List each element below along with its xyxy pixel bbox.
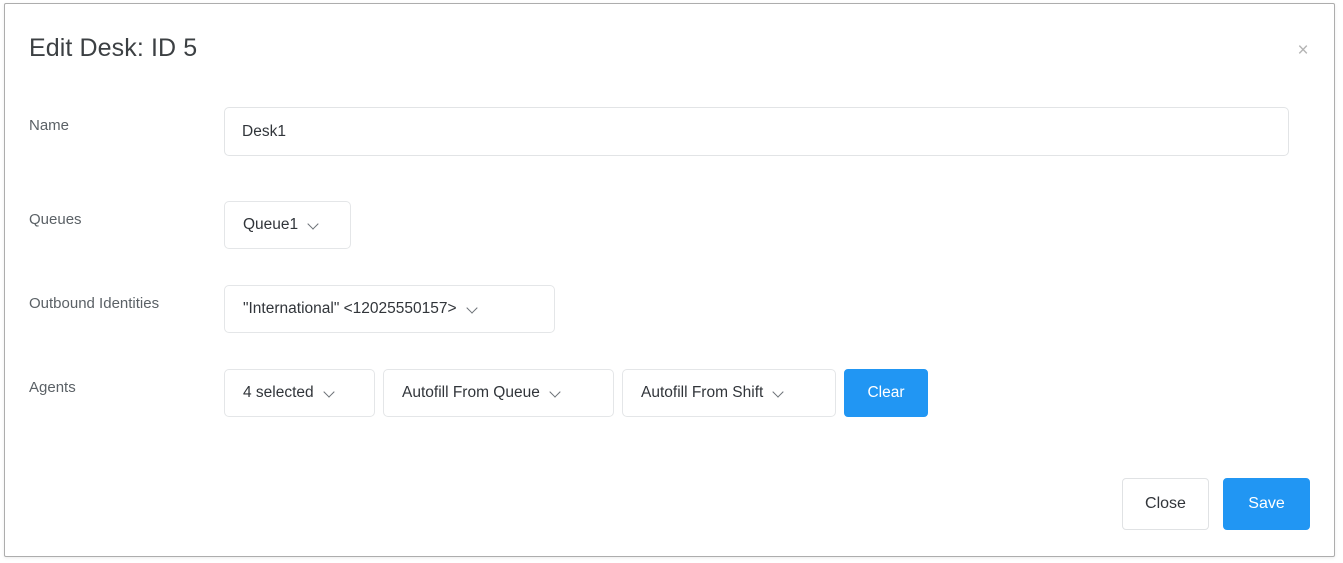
autofill-from-queue-dropdown[interactable]: Autofill From Queue [383, 369, 614, 417]
chevron-down-icon [468, 303, 479, 314]
name-label: Name [29, 117, 70, 134]
close-button[interactable]: Close [1122, 478, 1209, 530]
autofill-from-shift-label: Autofill From Shift [641, 384, 764, 401]
save-button[interactable]: Save [1223, 478, 1310, 530]
outbound-identities-label: Outbound Identities [29, 295, 160, 312]
name-control-area [224, 107, 1334, 156]
chevron-down-icon [551, 387, 562, 398]
agents-selected-label: 4 selected [243, 384, 314, 401]
modal-footer: Close Save [5, 452, 1334, 556]
chevron-down-icon [309, 219, 320, 230]
form-row-name: Name [5, 107, 1334, 156]
agents-control-area: 4 selected Autofill From Queue Autofill … [224, 369, 1334, 417]
outbound-identities-control-area: "International" <12025550157> [224, 285, 1334, 333]
agents-label: Agents [29, 379, 76, 396]
name-input[interactable] [224, 107, 1289, 156]
page-title: Edit Desk: ID 5 [29, 34, 198, 62]
queues-label: Queues [29, 211, 82, 228]
chevron-down-icon [774, 387, 785, 398]
form-row-outbound-identities: Outbound Identities "International" <120… [5, 285, 1334, 333]
chevron-down-icon [325, 387, 336, 398]
clear-agents-button[interactable]: Clear [844, 369, 928, 417]
close-icon[interactable]: × [1290, 38, 1316, 64]
queues-dropdown-label: Queue1 [243, 216, 299, 233]
screen: Edit Desk: ID 5 × Name Queues Queue1 [0, 0, 1343, 563]
edit-desk-modal: Edit Desk: ID 5 × Name Queues Queue1 [4, 3, 1335, 557]
outbound-identities-dropdown[interactable]: "International" <12025550157> [224, 285, 555, 333]
outbound-identities-dropdown-label: "International" <12025550157> [243, 300, 457, 317]
queues-control-area: Queue1 [224, 201, 1334, 249]
autofill-from-shift-dropdown[interactable]: Autofill From Shift [622, 369, 836, 417]
queues-dropdown[interactable]: Queue1 [224, 201, 351, 249]
modal-header: Edit Desk: ID 5 × [5, 4, 1334, 90]
form-row-agents: Agents 4 selected Autofill From Queue Au… [5, 369, 1334, 417]
agents-selected-dropdown[interactable]: 4 selected [224, 369, 375, 417]
autofill-from-queue-label: Autofill From Queue [402, 384, 540, 401]
form-row-queues: Queues Queue1 [5, 201, 1334, 249]
